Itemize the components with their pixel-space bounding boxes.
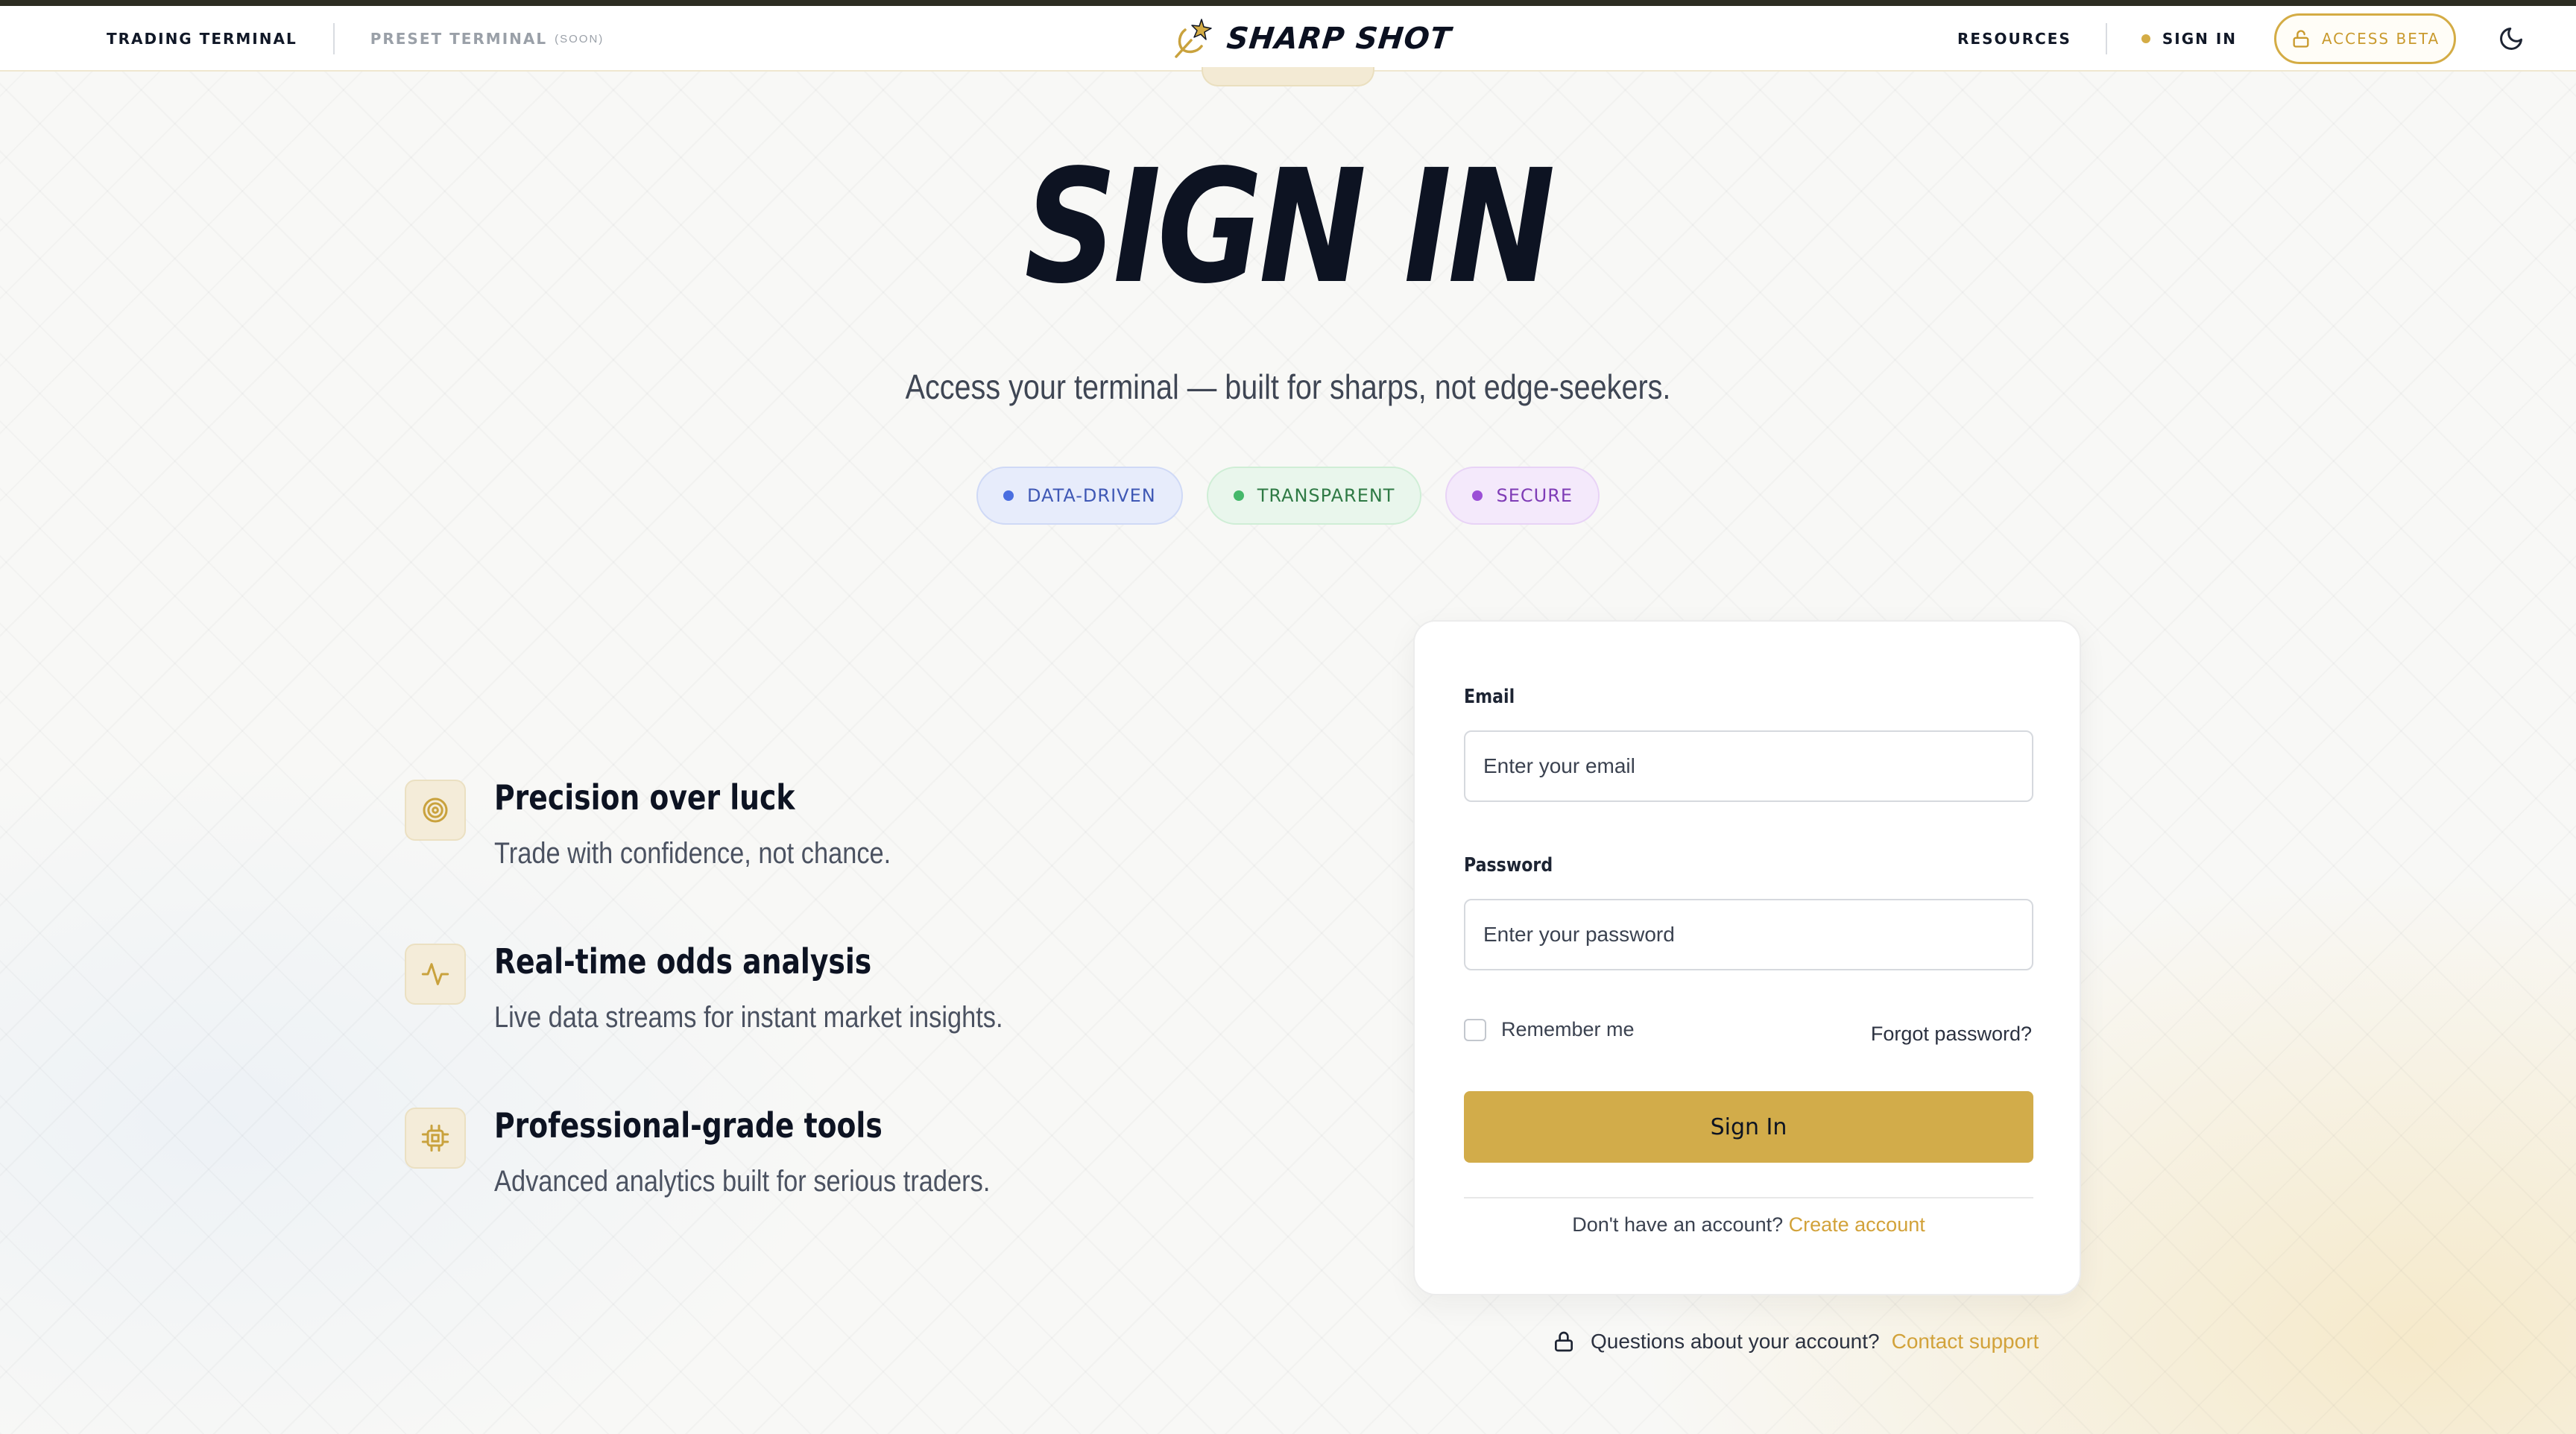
pill-dot bbox=[1472, 490, 1483, 501]
page-title: SIGN IN bbox=[1024, 136, 1555, 318]
pill-label: SECURE bbox=[1496, 485, 1573, 506]
support-question: Questions about your account? bbox=[1591, 1330, 1880, 1353]
target-icon bbox=[423, 797, 448, 823]
nav-trading-terminal[interactable]: TRADING TERMINAL bbox=[107, 30, 297, 48]
brand-logo-link[interactable]: SHARP SHOT bbox=[1169, 6, 1453, 72]
feature-description: Live data streams for instant market ins… bbox=[494, 1001, 1003, 1034]
nav-divider bbox=[2105, 23, 2107, 54]
create-account-link[interactable]: Create account bbox=[1789, 1213, 1925, 1236]
remember-me-checkbox[interactable] bbox=[1464, 1018, 1486, 1041]
access-beta-button[interactable]: ACCESS BETA bbox=[2274, 13, 2457, 64]
pill-dot bbox=[1003, 490, 1014, 501]
brand-name: SHARP SHOT bbox=[1225, 22, 1453, 56]
feature-description: Trade with confidence, not chance. bbox=[494, 837, 891, 870]
sign-in-card: Email Password Remember me Forgot passwo… bbox=[1413, 620, 2081, 1295]
feature-item: Professional-grade tools Advanced analyt… bbox=[405, 1103, 1299, 1267]
feature-icon-box bbox=[405, 1108, 466, 1169]
remember-me-group: Remember me bbox=[1464, 1018, 1635, 1041]
sharpshot-logo-icon bbox=[1175, 19, 1212, 58]
nav-divider bbox=[332, 23, 335, 54]
feature-title: Professional-grade tools bbox=[494, 1105, 883, 1146]
pill-transparent: TRANSPARENT bbox=[1206, 467, 1422, 525]
feature-icon-box bbox=[405, 780, 466, 841]
pill-secure: SECURE bbox=[1445, 467, 1600, 525]
password-field[interactable] bbox=[1464, 899, 2033, 970]
feature-title: Precision over luck bbox=[494, 777, 795, 818]
email-label: Email bbox=[1464, 686, 1515, 708]
nav-resources[interactable]: RESOURCES bbox=[1957, 30, 2071, 48]
top-accent-bar bbox=[0, 0, 2576, 6]
chip-icon bbox=[421, 1124, 449, 1152]
nav-right-group: RESOURCES SIGN IN ACCESS BETA bbox=[1957, 6, 2576, 72]
no-account-text: Don't have an account? bbox=[1572, 1213, 1784, 1236]
sign-in-button[interactable]: Sign In bbox=[1464, 1091, 2033, 1163]
support-row: Questions about your account? Contact su… bbox=[1552, 1330, 2039, 1354]
feature-list: Precision over luck Trade with confidenc… bbox=[405, 775, 1299, 1267]
password-label: Password bbox=[1464, 854, 1553, 876]
remember-me-label[interactable]: Remember me bbox=[1501, 1018, 1635, 1041]
activity-icon bbox=[421, 963, 449, 985]
email-field[interactable] bbox=[1464, 730, 2033, 802]
lock-icon bbox=[2293, 30, 2309, 48]
card-divider bbox=[1464, 1197, 2033, 1198]
feature-description: Advanced analytics built for serious tra… bbox=[494, 1165, 991, 1198]
soon-tag: (SOON) bbox=[555, 32, 604, 45]
sign-in-page: TRADING TERMINAL PRESET TERMINAL (SOON) … bbox=[0, 0, 2576, 1434]
access-beta-label: ACCESS BETA bbox=[2321, 30, 2440, 48]
lock-icon bbox=[1555, 1331, 1573, 1352]
value-pills: DATA-DRIVEN TRANSPARENT SECURE bbox=[0, 467, 2576, 525]
brand-notch bbox=[1202, 67, 1374, 86]
pill-label: DATA-DRIVEN bbox=[1026, 485, 1156, 506]
feature-icon-box bbox=[405, 944, 466, 1005]
navbar: TRADING TERMINAL PRESET TERMINAL (SOON) … bbox=[0, 6, 2576, 72]
moon-icon[interactable] bbox=[2498, 25, 2525, 52]
feature-title: Real-time odds analysis bbox=[494, 941, 872, 982]
pill-dot bbox=[1233, 490, 1244, 501]
create-account-row: Don't have an account? Create account bbox=[1415, 1213, 2083, 1236]
nav-sign-in[interactable]: SIGN IN bbox=[2162, 30, 2237, 48]
feature-item: Real-time odds analysis Live data stream… bbox=[405, 939, 1299, 1103]
contact-support-link[interactable]: Contact support bbox=[1892, 1330, 2039, 1354]
forgot-password-link[interactable]: Forgot password? bbox=[1871, 1023, 2032, 1046]
feature-item: Precision over luck Trade with confidenc… bbox=[405, 775, 1299, 939]
page-subtitle: Access your terminal — built for sharps,… bbox=[905, 367, 1671, 406]
active-dot bbox=[2141, 34, 2150, 43]
nav-preset-terminal: PRESET TERMINAL bbox=[370, 30, 548, 48]
pill-label: TRANSPARENT bbox=[1257, 485, 1395, 506]
nav-left-group: TRADING TERMINAL PRESET TERMINAL (SOON) bbox=[107, 6, 604, 72]
pill-data-driven: DATA-DRIVEN bbox=[976, 467, 1183, 525]
